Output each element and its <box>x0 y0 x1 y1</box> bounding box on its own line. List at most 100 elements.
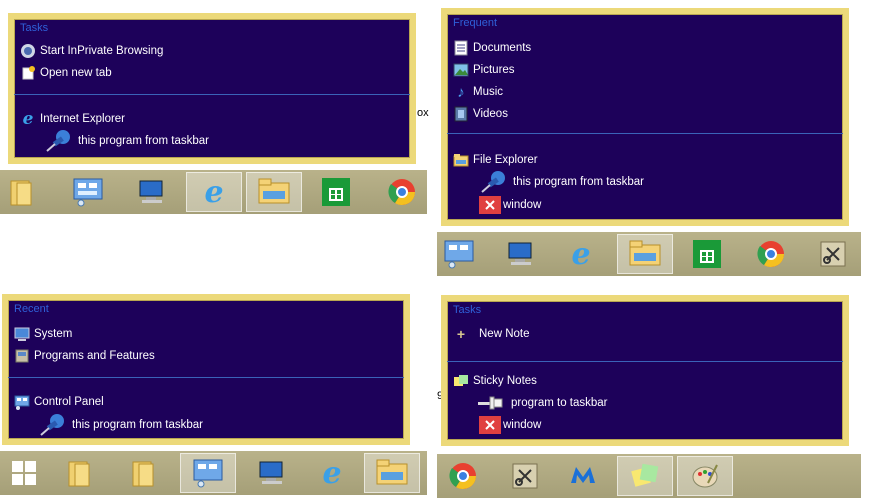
background-text: ox <box>417 107 429 119</box>
separator <box>447 361 843 362</box>
file-explorer-icon[interactable] <box>617 234 673 274</box>
close-window-item[interactable]: window <box>479 195 541 215</box>
jumplist-control-panel: Recent System Programs and Features Cont… <box>2 294 410 445</box>
taskbar <box>437 454 861 498</box>
computer-icon[interactable] <box>136 176 168 208</box>
internet-explorer-icon[interactable]: e <box>316 456 348 491</box>
task-new-tab[interactable]: Open new tab <box>20 63 112 83</box>
computer-icon[interactable] <box>505 238 537 270</box>
close-icon <box>479 416 501 434</box>
taskbar: e <box>0 170 427 214</box>
recent-system[interactable]: System <box>14 324 72 344</box>
pin-icon <box>42 129 74 153</box>
unpin-item[interactable]: this program from taskbar <box>477 170 645 194</box>
quadrant-control-panel: e Recent System Programs and Features Co… <box>0 288 430 504</box>
quadrant-sticky-notes: 9 Tasks + New Note Sticky Notes p <box>435 288 876 504</box>
taskbar: e <box>0 451 427 495</box>
app-label: Sticky Notes <box>473 375 537 387</box>
store-icon[interactable] <box>320 176 352 208</box>
control-panel-icon[interactable] <box>443 238 475 270</box>
control-panel-icon[interactable] <box>180 453 236 493</box>
documents-icon <box>453 40 469 56</box>
videos-icon <box>453 106 469 122</box>
app-sticky-notes[interactable]: Sticky Notes <box>453 371 537 391</box>
control-panel-icon[interactable] <box>72 176 104 208</box>
task-label: Open new tab <box>40 67 112 79</box>
unpin-item[interactable]: this program from taskbar <box>36 413 204 437</box>
app-internet-explorer[interactable]: e Internet Explorer <box>20 109 125 129</box>
jumplist-header: Recent <box>14 303 49 315</box>
item-label: Programs and Features <box>34 350 155 362</box>
frequent-pictures[interactable]: Pictures <box>453 60 515 80</box>
jumplist-header: Tasks <box>20 22 49 34</box>
app-label: Internet Explorer <box>40 113 126 125</box>
jumplist-header: Frequent <box>453 17 498 29</box>
chrome-icon[interactable] <box>386 176 418 208</box>
snipping-tool-icon[interactable] <box>509 460 541 492</box>
task-label: Start InPrivate Browsing <box>40 45 164 57</box>
recent-programs-features[interactable]: Programs and Features <box>14 346 155 366</box>
snipping-tool-icon[interactable] <box>817 238 849 270</box>
task-label: New Note <box>479 328 530 340</box>
unpin-item[interactable]: this program from taskbar <box>42 129 210 153</box>
pin-icon <box>477 170 509 194</box>
close-label: window <box>503 419 542 431</box>
app-file-explorer[interactable]: File Explorer <box>453 150 538 170</box>
separator <box>447 133 843 134</box>
chrome-icon[interactable] <box>447 460 479 492</box>
windows-logo-icon[interactable] <box>8 457 40 489</box>
control-panel-icon <box>14 394 30 410</box>
store-icon[interactable] <box>691 238 723 270</box>
task-inprivate[interactable]: Start InPrivate Browsing <box>20 41 163 61</box>
pin-label: program to taskbar <box>511 397 608 409</box>
close-window-item[interactable]: window <box>479 415 541 435</box>
folder-icon[interactable] <box>64 457 96 489</box>
internet-explorer-icon[interactable]: e <box>186 172 242 212</box>
jumplist-explorer: Frequent Documents Pictures ♪ Music Vide… <box>441 8 849 226</box>
chrome-icon[interactable] <box>755 238 787 270</box>
folder-icon[interactable] <box>6 176 38 208</box>
jumplist-ie: Tasks Start InPrivate Browsing Open new … <box>8 13 416 164</box>
file-explorer-icon <box>453 152 469 168</box>
file-explorer-icon[interactable] <box>246 172 302 212</box>
app-control-panel[interactable]: Control Panel <box>14 392 104 412</box>
inprivate-icon <box>20 43 36 59</box>
item-label: System <box>34 328 73 340</box>
system-icon <box>14 326 30 342</box>
pin-icon <box>475 391 507 415</box>
pin-icon <box>36 413 68 437</box>
paint-icon[interactable] <box>677 456 733 496</box>
plus-icon: + <box>456 326 466 342</box>
quadrant-explorer: ox e Frequent Documents Pictures ♪ Music… <box>417 0 876 280</box>
close-icon <box>479 196 501 214</box>
separator <box>8 377 404 378</box>
music-icon: ♪ <box>457 83 465 101</box>
pin-item[interactable]: program to taskbar <box>475 393 608 413</box>
pin-label: this program from taskbar <box>513 176 645 188</box>
internet-explorer-icon[interactable]: e <box>565 237 597 272</box>
frequent-documents[interactable]: Documents <box>453 38 531 58</box>
app-label: File Explorer <box>473 154 538 166</box>
programs-features-icon <box>14 348 30 364</box>
frequent-videos[interactable]: Videos <box>453 104 508 124</box>
frequent-music[interactable]: ♪ Music <box>453 82 503 102</box>
taskbar: e <box>437 232 861 276</box>
jumplist-header: Tasks <box>453 304 482 316</box>
quadrant-ie: e Tasks Start InPrivate Browsing Open ne… <box>0 0 430 215</box>
sticky-notes-icon[interactable] <box>617 456 673 496</box>
sticky-notes-icon <box>453 373 469 389</box>
item-label: Videos <box>473 108 508 120</box>
item-label: Documents <box>473 42 532 54</box>
internet-explorer-icon: e <box>22 109 34 129</box>
folder-icon[interactable] <box>128 457 160 489</box>
app-label: Control Panel <box>34 396 104 408</box>
item-label: Pictures <box>473 64 515 76</box>
computer-icon[interactable] <box>256 457 288 489</box>
pin-label: this program from taskbar <box>78 135 210 147</box>
malwarebytes-icon[interactable] <box>567 460 599 492</box>
pin-label: this program from taskbar <box>72 419 204 431</box>
file-explorer-icon[interactable] <box>364 453 420 493</box>
new-tab-icon <box>20 65 36 81</box>
task-new-note[interactable]: + New Note <box>453 324 530 344</box>
close-label: window <box>503 199 542 211</box>
